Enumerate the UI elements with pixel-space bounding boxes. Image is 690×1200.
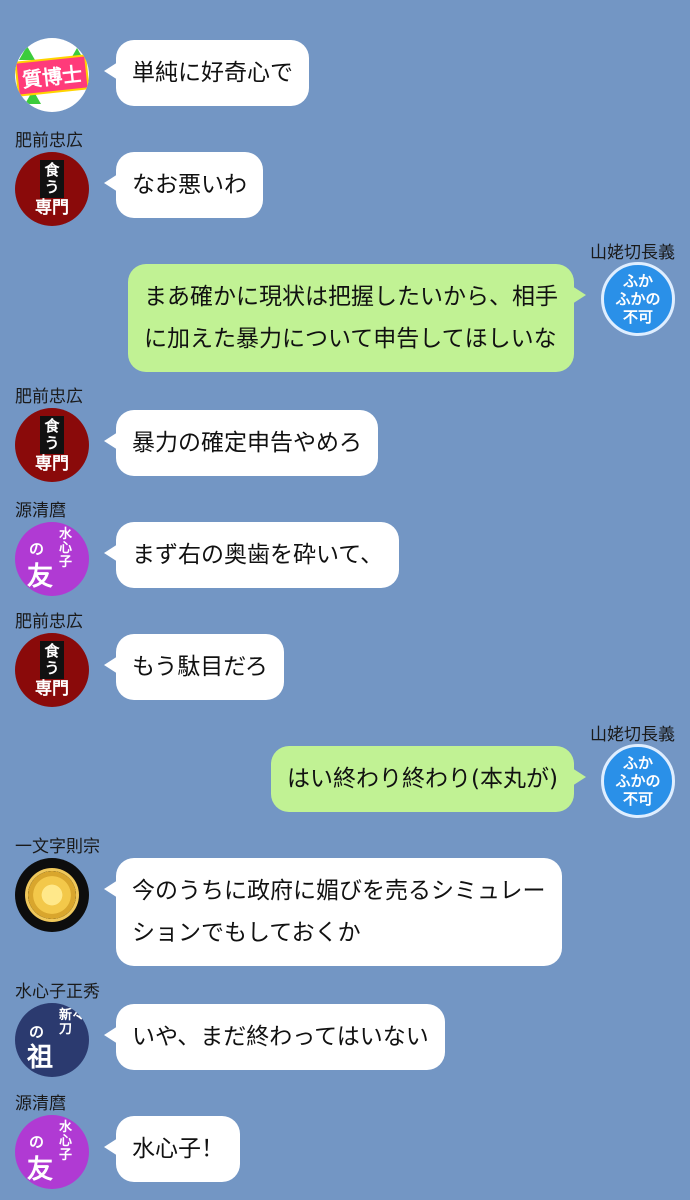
message-text: まあ確かに現状は把握したいから、相手	[144, 284, 558, 310]
avatar-text: ふかの	[615, 290, 661, 308]
message-bubble[interactable]: 今のうちに政府に媚びを売るシミュレー ションでもしておくか	[104, 858, 562, 966]
avatar-bottom-text: 専門	[35, 679, 69, 699]
message-text: ションでもしておくか	[132, 920, 361, 946]
chrysanthemum-avatar-icon[interactable]	[15, 858, 89, 932]
chrysanthemum-icon	[28, 871, 76, 919]
message-bubble[interactable]: 水心子！	[104, 1116, 240, 1182]
avatar-bottom-text: 専門	[35, 198, 69, 218]
message-text: もう駄目だろ	[132, 654, 268, 680]
avatar-top-text: 食う	[40, 641, 64, 679]
avatar-text: ふかの	[615, 772, 661, 790]
sender-name: 肥前忠広	[15, 612, 83, 632]
message-text: なお悪いわ	[132, 172, 247, 198]
avatar-top-text: 食う	[40, 160, 64, 198]
shoku-senmon-avatar-icon[interactable]: 食う 専門	[15, 408, 89, 482]
fuka-avatar-icon[interactable]: ふか ふかの 不可	[601, 262, 675, 336]
message-bubble[interactable]: いや、まだ終わってはいない	[104, 1004, 445, 1070]
message-bubble[interactable]: はい終わり終わり(本丸が)	[271, 746, 586, 812]
avatar-text: 不可	[622, 308, 653, 326]
sender-name: 一文字則宗	[15, 837, 100, 857]
message-text: 暴力の確定申告やめろ	[132, 430, 362, 456]
message-text: に加えた暴力について申告してほしいな	[144, 326, 557, 352]
message-bubble[interactable]: まあ確かに現状は把握したいから、相手 に加えた暴力について申告してほしいな	[128, 264, 586, 372]
avatar-text: 水心子	[59, 527, 73, 570]
chat-message: 源清麿 の 友 水心子 水心子！	[0, 0, 690, 1189]
avatar-text: 友	[27, 1155, 54, 1185]
sender-name: 肥前忠広	[15, 131, 83, 151]
message-bubble[interactable]: まず右の奥歯を砕いて、	[103, 522, 400, 588]
avatar-text: 新々刀	[59, 1008, 86, 1037]
suishinshi-tomo-avatar-icon[interactable]: の 友 水心子	[15, 1115, 89, 1189]
message-bubble[interactable]: もう駄目だろ	[104, 634, 284, 700]
sender-name: 源清麿	[15, 1094, 66, 1114]
avatar-text: 水心子	[59, 1120, 73, 1163]
suishinshi-tomo-avatar-icon[interactable]: の 友 水心子	[15, 522, 89, 596]
sender-name: 肥前忠広	[15, 387, 83, 407]
sender-name: 山姥切長義	[590, 243, 675, 263]
message-text: はい終わり終わり(本丸が)	[287, 766, 558, 792]
fuka-avatar-icon[interactable]: ふか ふかの 不可	[601, 744, 675, 818]
sender-name: 水心子正秀	[15, 982, 100, 1002]
message-bubble[interactable]: 暴力の確定申告やめろ	[104, 410, 378, 476]
shintou-so-avatar-icon[interactable]: の 祖 新々刀	[15, 1003, 89, 1077]
avatar-text: 友	[27, 562, 54, 592]
avatar-text: 不可	[622, 790, 653, 808]
shoku-senmon-avatar-icon[interactable]: 食う 専門	[15, 152, 89, 226]
avatar-text: ふか	[622, 754, 653, 772]
avatar-bottom-text: 専門	[35, 454, 69, 474]
sender-name: 山姥切長義	[590, 725, 675, 745]
avatar-text: ふか	[622, 272, 653, 290]
message-text: まず右の奥歯を砕いて、	[132, 542, 384, 568]
avatar-top-text: 食う	[40, 416, 64, 454]
message-text: 水心子！	[132, 1136, 224, 1162]
sender-name: 源清麿	[15, 501, 66, 521]
message-bubble[interactable]: なお悪いわ	[104, 152, 263, 218]
avatar-text: 祖	[27, 1043, 54, 1073]
message-text: いや、まだ終わってはいない	[132, 1024, 429, 1050]
message-text: 今のうちに政府に媚びを売るシミュレー	[132, 878, 546, 904]
shoku-senmon-avatar-icon[interactable]: 食う 専門	[15, 633, 89, 707]
